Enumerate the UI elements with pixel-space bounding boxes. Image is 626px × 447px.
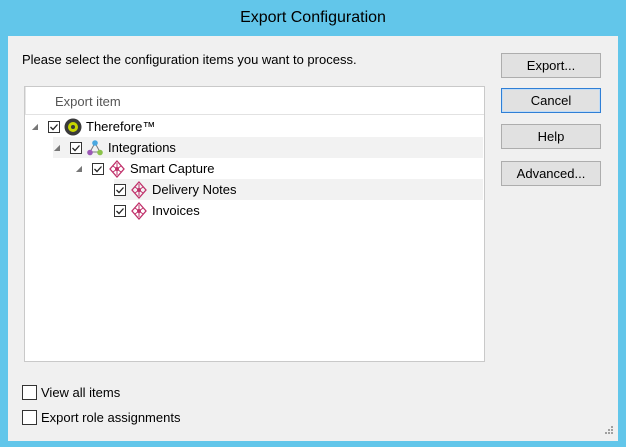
collapse-arrow-icon[interactable]: ◢ (75, 164, 83, 173)
smart-capture-icon (108, 159, 126, 178)
tree-column-header[interactable]: Export item (25, 87, 484, 115)
title-bar[interactable]: Export Configuration (0, 0, 626, 36)
integrations-icon (86, 139, 104, 157)
collapse-arrow-icon[interactable]: ◢ (53, 143, 61, 152)
cancel-button[interactable]: Cancel (501, 88, 601, 113)
tree-item-label: Integrations (108, 140, 176, 155)
checkbox-delivery-notes[interactable] (114, 183, 126, 196)
instruction-text: Please select the configuration items yo… (22, 52, 357, 67)
therefore-logo-icon (64, 118, 82, 136)
help-button[interactable]: Help (501, 124, 601, 149)
export-role-assignments-checkbox[interactable] (22, 410, 37, 425)
view-all-items-option[interactable]: View all items (22, 385, 120, 400)
view-all-items-label: View all items (41, 385, 121, 400)
tree-row-therefore[interactable]: ◢ Therefore™ (31, 116, 483, 137)
window-title: Export Configuration (240, 9, 386, 26)
export-item-tree[interactable]: Export item ◢ Therefore™ ◢ Integrations … (24, 86, 485, 362)
tree-item-label: Therefore™ (86, 119, 156, 134)
tree-row-invoices[interactable]: Invoices (114, 200, 483, 221)
checkbox-integrations[interactable] (70, 141, 82, 154)
tree-item-label: Invoices (152, 203, 200, 218)
tree-row-delivery-notes[interactable]: Delivery Notes (114, 179, 483, 200)
tree-row-integrations[interactable]: ◢ Integrations (53, 137, 483, 158)
advanced-button[interactable]: Advanced... (501, 161, 601, 186)
dialog-client-area: Please select the configuration items yo… (8, 36, 618, 441)
collapse-arrow-icon[interactable]: ◢ (31, 122, 39, 131)
export-role-assignments-option[interactable]: Export role assignments (22, 410, 180, 425)
checkbox-smart-capture[interactable] (92, 162, 104, 175)
tree-item-label: Delivery Notes (152, 182, 237, 197)
tree-row-smart-capture[interactable]: ◢ Smart Capture (75, 158, 483, 179)
view-all-items-checkbox[interactable] (22, 385, 37, 400)
checkbox-therefore[interactable] (48, 120, 60, 133)
checkbox-invoices[interactable] (114, 204, 126, 217)
export-configuration-window: Export Configuration Please select the c… (0, 0, 626, 447)
smart-capture-icon (130, 180, 148, 199)
tree-item-label: Smart Capture (130, 161, 215, 176)
export-button[interactable]: Export... (501, 53, 601, 78)
smart-capture-icon (130, 201, 148, 220)
export-role-assignments-label: Export role assignments (41, 410, 181, 425)
resize-grip-icon[interactable] (602, 425, 614, 437)
column-header-export-item: Export item (55, 94, 121, 109)
